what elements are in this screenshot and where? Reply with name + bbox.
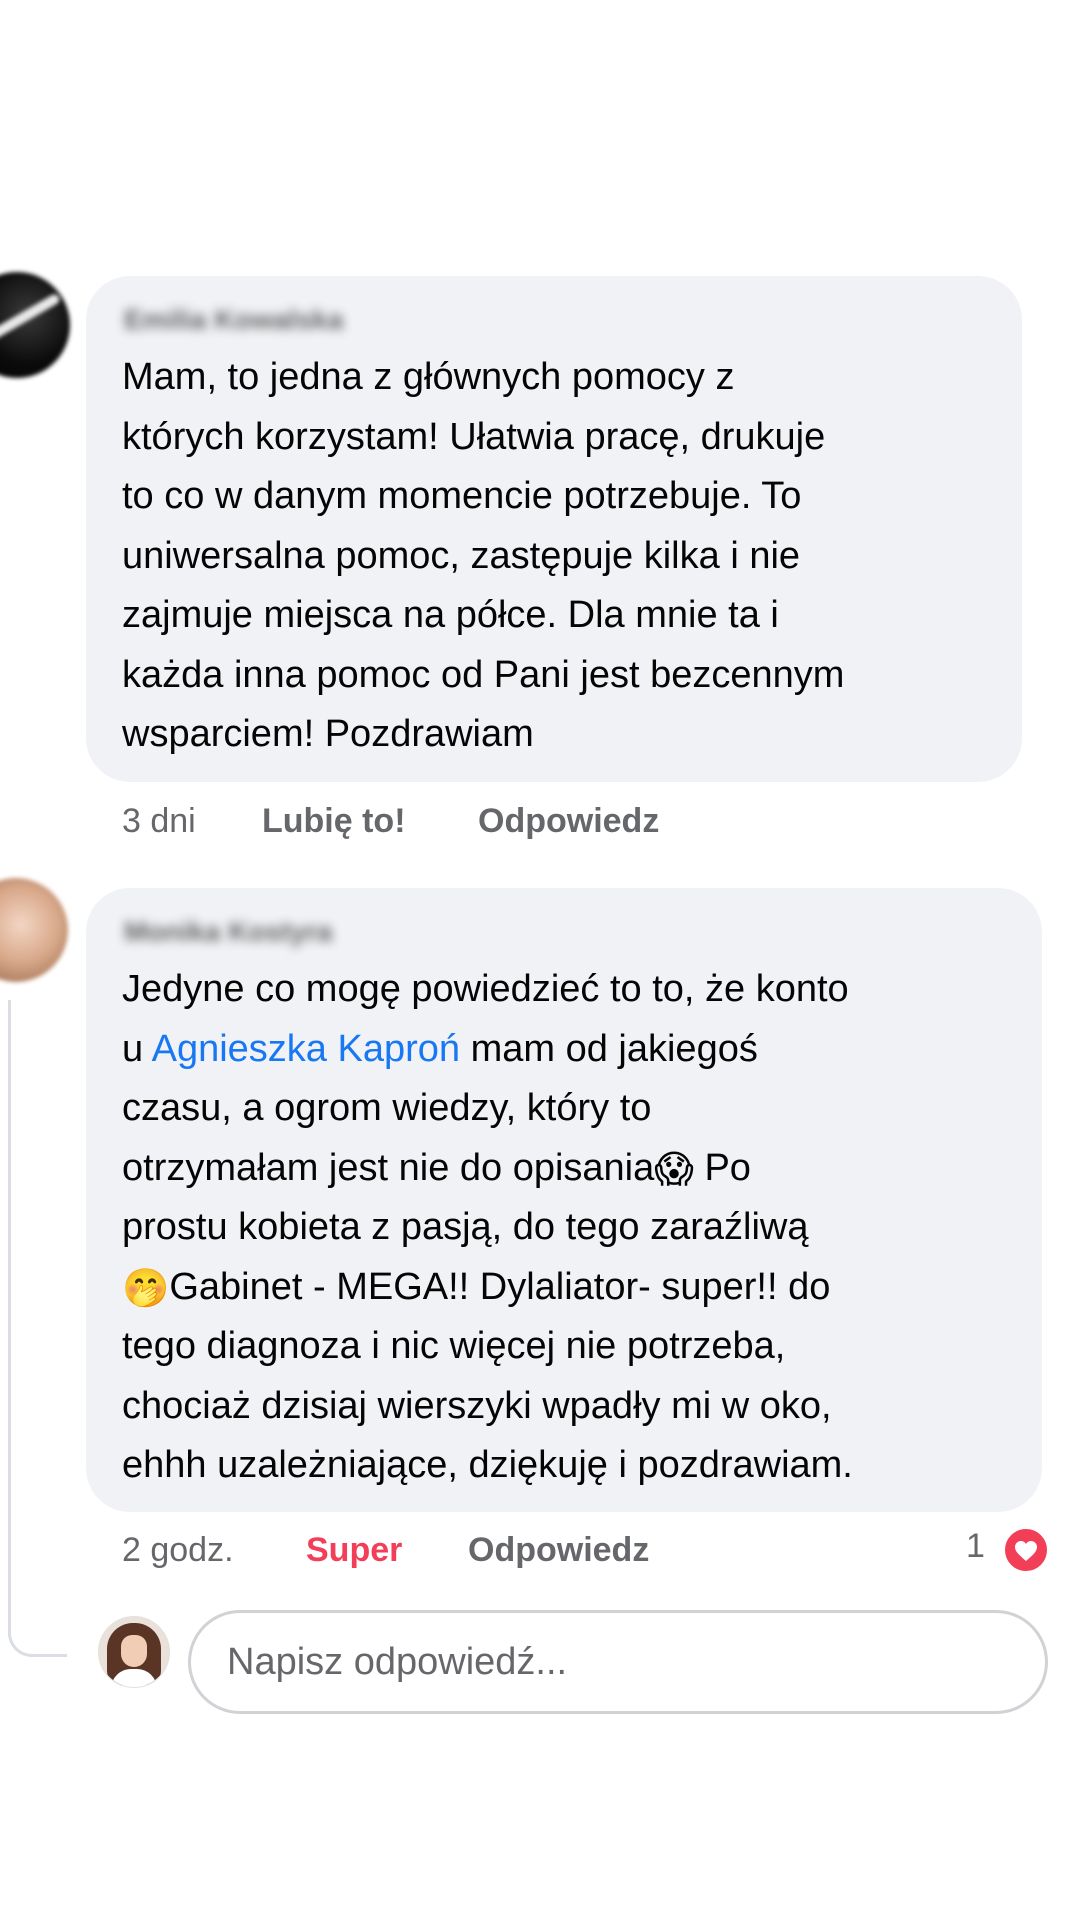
reply-button[interactable]: Odpowiedz	[468, 1531, 649, 1570]
like-button[interactable]: Lubię to!	[262, 802, 406, 841]
reply-placeholder: Napisz odpowiedź...	[227, 1640, 568, 1683]
reaction-count[interactable]: 1	[966, 1527, 985, 1566]
reply-input[interactable]: Napisz odpowiedź...	[188, 1610, 1048, 1714]
thread-connector	[8, 1000, 67, 1657]
reply-button[interactable]: Odpowiedz	[478, 802, 659, 841]
comment-text: Jedyne co mogę powiedzieć to to, że kont…	[122, 968, 853, 1486]
comment-author[interactable]: Emilia Kowalska	[124, 302, 343, 338]
comment-timestamp[interactable]: 2 godz.	[122, 1531, 234, 1570]
comment-bubble: Monika Kostyra Jedyne co mogę powiedzieć…	[86, 888, 1042, 1512]
commenter-avatar[interactable]	[0, 878, 68, 982]
commenter-avatar[interactable]	[0, 272, 70, 378]
scream-emoji-icon: 😱	[654, 1148, 694, 1191]
comment-author[interactable]: Monika Kostyra	[124, 914, 333, 950]
heart-icon[interactable]	[1002, 1526, 1050, 1574]
comment-bubble: Emilia Kowalska Mam, to jedna z głównych…	[86, 276, 1022, 782]
comment-timestamp[interactable]: 3 dni	[122, 802, 196, 841]
reaction-button[interactable]: Super	[306, 1531, 402, 1570]
current-user-avatar	[98, 1616, 170, 1688]
hand-over-mouth-emoji-icon: 🤭	[122, 1267, 170, 1310]
comment-text: Mam, to jedna z głównych pomocy z któryc…	[122, 356, 845, 755]
mention-link[interactable]: Agnieszka Kaproń	[152, 1028, 460, 1070]
